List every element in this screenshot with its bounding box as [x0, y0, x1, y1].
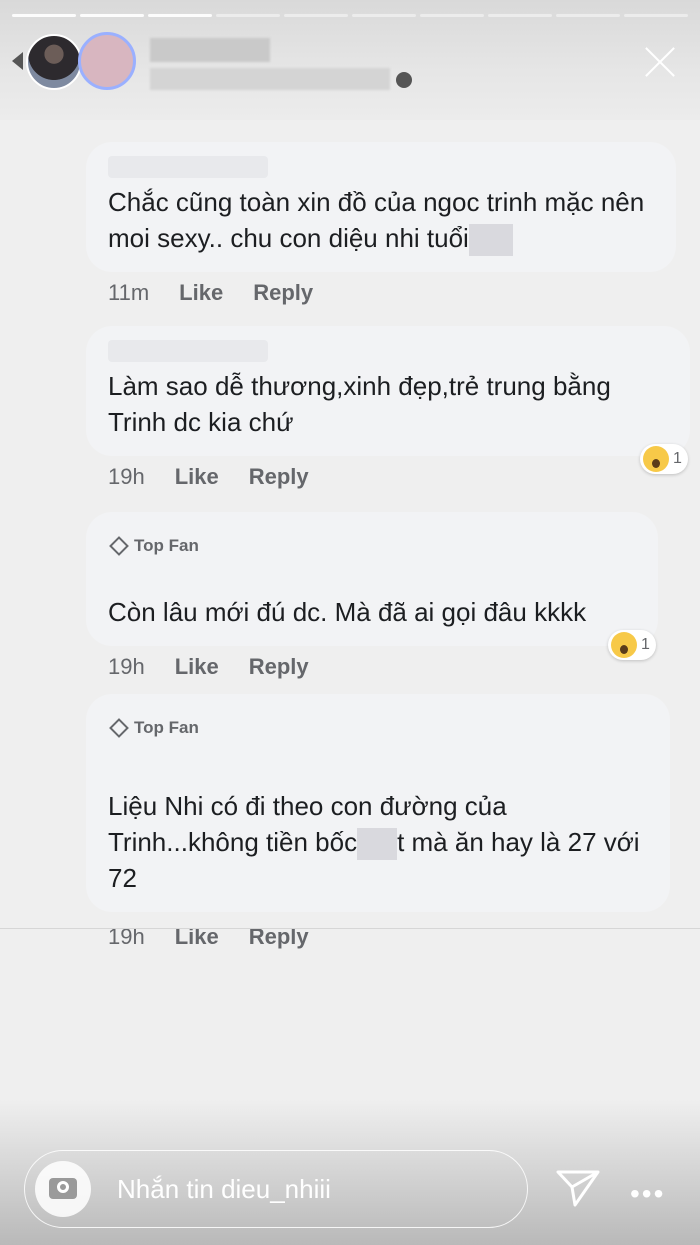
comment-item: Top Fan Còn lâu mới đú dc. Mà đã ai gọi …	[86, 512, 658, 680]
caption-redacted	[150, 68, 390, 90]
like-button[interactable]: Like	[175, 654, 219, 680]
top-fan-badge: Top Fan	[108, 528, 636, 564]
reaction-count: 1	[641, 636, 650, 653]
comment-item: Làm sao dễ thương,xinh đẹp,trẻ trung bằn…	[86, 326, 690, 490]
comment-item: Top Fan Liệu Nhi có đi theo con đường củ…	[86, 694, 670, 950]
camera-icon[interactable]	[35, 1161, 91, 1217]
reply-button[interactable]: Reply	[253, 280, 313, 306]
commenter-name-redacted	[108, 156, 268, 178]
comment-actions: 19h Like Reply	[86, 464, 690, 490]
chevron-left-icon[interactable]	[12, 52, 23, 70]
haha-reaction-icon	[611, 632, 637, 658]
redacted-text	[357, 828, 398, 861]
avatar[interactable]	[26, 34, 82, 90]
comment-bubble: Làm sao dễ thương,xinh đẹp,trẻ trung bằn…	[86, 326, 690, 456]
comment-actions: 11m Like Reply	[86, 280, 676, 306]
comment-bubble: Chắc cũng toàn xin đồ của ngoc trinh mặc…	[86, 142, 676, 273]
send-icon[interactable]	[555, 1168, 601, 1208]
comment-bubble: Top Fan Còn lâu mới đú dc. Mà đã ai gọi …	[86, 512, 658, 646]
reaction-badge[interactable]: 1	[640, 444, 688, 474]
comment-time: 19h	[108, 464, 145, 489]
top-fan-badge: Top Fan	[108, 710, 648, 746]
close-icon[interactable]	[642, 44, 678, 80]
reply-button[interactable]: Reply	[249, 654, 309, 680]
message-input[interactable]: Nhắn tin dieu_nhiii	[24, 1150, 528, 1228]
avatar-redacted	[78, 32, 136, 90]
diamond-icon	[109, 536, 129, 556]
globe-icon	[396, 72, 412, 88]
comment-time: 19h	[108, 654, 145, 679]
redacted-text	[468, 224, 513, 257]
comment-bubble: Top Fan Liệu Nhi có đi theo con đường củ…	[86, 694, 670, 913]
like-button[interactable]: Like	[175, 464, 219, 490]
reaction-badge[interactable]: 1	[608, 630, 656, 660]
comment-item: Chắc cũng toàn xin đồ của ngoc trinh mặc…	[86, 142, 676, 306]
comment-text: Làm sao dễ thương,xinh đẹp,trẻ trung bằn…	[108, 371, 611, 437]
reaction-count: 1	[673, 450, 682, 467]
diamond-icon	[109, 718, 129, 738]
comment-time: 11m	[108, 280, 150, 306]
like-button[interactable]: Like	[179, 280, 223, 306]
story-header	[0, 0, 700, 120]
comment-text: Còn lâu mới đú dc. Mà đã ai gọi đâu kkkk	[108, 597, 587, 627]
more-options-icon[interactable]: •••	[630, 1178, 665, 1210]
reply-button[interactable]: Reply	[249, 464, 309, 490]
commenter-name-redacted	[108, 340, 268, 362]
wow-reaction-icon	[643, 446, 669, 472]
comment-actions: 19h Like Reply	[86, 654, 658, 680]
divider	[0, 928, 700, 929]
comment-text: Chắc cũng toàn xin đồ của ngoc trinh mặc…	[108, 187, 645, 253]
story-progress-bar	[12, 14, 688, 17]
message-placeholder: Nhắn tin dieu_nhiii	[117, 1173, 331, 1204]
username-redacted	[150, 38, 270, 62]
